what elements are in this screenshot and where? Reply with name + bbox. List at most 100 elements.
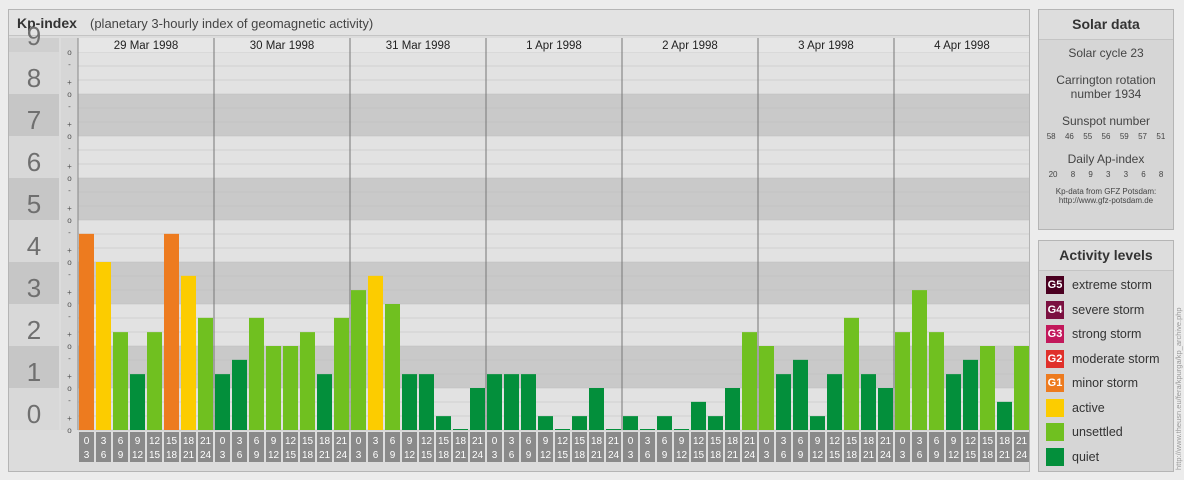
minor-mark: + [67,204,72,213]
interval-end-label: 18 [302,450,314,461]
interval-start-label: 18 [319,436,331,447]
legend-label: severe storm [1072,302,1145,317]
kp-bar [334,317,349,430]
kp-bar [283,346,298,430]
interval-end-label: 15 [557,450,569,461]
interval-end-label: 6 [373,450,379,461]
sunspot-value: 58 [1046,132,1056,141]
day-label: 29 Mar 1998 [114,40,179,52]
solar-cycle: Solar cycle 23 [1068,46,1144,60]
interval-start-label: 21 [880,436,892,447]
interval-start-label: 21 [1016,436,1028,447]
minor-mark: - [68,396,71,405]
side-source-credit: http://www.theusn.eu/fera/kpurga/kp_arch… [1174,307,1183,470]
ap-value: 3 [1105,170,1111,179]
ap-value: 6 [1141,170,1146,179]
sunspot-numbers: 58 46 55 56 59 57 51 [1039,132,1173,141]
interval-end-label: 3 [356,450,362,461]
interval-start-label: 6 [254,436,260,447]
interval-end-label: 24 [472,450,484,461]
interval-end-label: 12 [948,450,960,461]
interval-start-label: 3 [373,436,379,447]
interval-end-label: 24 [200,450,212,461]
legend-swatch [1046,423,1064,441]
ap-value: 20 [1048,170,1058,179]
kp-bar [742,332,757,430]
interval-end-label: 3 [492,450,498,461]
carrington-line-2: number 1934 [1070,87,1142,101]
kp-bar [436,416,451,430]
interval-end-label: 24 [880,450,892,461]
ap-value: 3 [1123,170,1129,179]
interval-start-label: 18 [591,436,603,447]
interval-start-label: 12 [693,436,705,447]
kp-bar [708,416,723,430]
kp-bar [929,332,944,430]
kp-bar [674,429,689,430]
interval-end-label: 9 [118,450,124,461]
interval-end-label: 21 [999,450,1011,461]
kp-bar [555,429,570,430]
kp-bar [113,332,128,430]
y-axis-label: 2 [27,315,41,345]
interval-end-label: 15 [285,450,297,461]
interval-start-label: 0 [900,436,906,447]
interval-start-label: 12 [829,436,841,447]
solar-data-panel: Solar data Solar cycle 23 Carrington rot… [1038,9,1174,230]
kp-bar [963,359,978,430]
interval-start-label: 0 [84,436,90,447]
interval-start-label: 6 [526,436,532,447]
minor-mark: + [67,78,72,87]
ap-value: 8 [1158,170,1164,179]
sunspot-value: 46 [1064,132,1074,141]
kp-bar [827,374,842,430]
interval-end-label: 15 [421,450,433,461]
interval-start-label: 6 [662,436,668,447]
interval-start-label: 12 [285,436,297,447]
interval-start-label: 18 [999,436,1011,447]
minor-mark: + [67,372,72,381]
interval-end-label: 21 [863,450,875,461]
interval-end-label: 9 [254,450,260,461]
kp-bar [504,374,519,430]
sunspot-value: 56 [1101,132,1111,141]
y-axis-label: 0 [27,399,41,429]
minor-mark: + [67,414,72,423]
legend-swatch: G2 [1046,349,1064,368]
data-credit-link[interactable]: http://www.gfz-potsdam.de [1039,196,1173,205]
interval-end-label: 12 [132,450,144,461]
interval-end-label: 3 [220,450,226,461]
interval-end-label: 15 [149,450,161,461]
kp-bar [589,388,604,430]
day-label: 3 Apr 1998 [798,40,854,52]
interval-start-label: 15 [438,436,450,447]
interval-end-label: 6 [101,450,107,461]
sunspot-value: 59 [1119,132,1129,141]
interval-start-label: 6 [798,436,804,447]
interval-start-label: 12 [149,436,161,447]
minor-mark: o [67,48,72,57]
kp-bar [997,401,1012,430]
interval-start-label: 18 [455,436,467,447]
interval-end-label: 12 [404,450,416,461]
minor-mark: o [67,174,72,183]
legend-label: active [1072,400,1105,415]
interval-end-label: 12 [812,450,824,461]
interval-end-label: 18 [438,450,450,461]
interval-end-label: 18 [574,450,586,461]
interval-end-label: 3 [764,450,770,461]
kp-bar [793,359,808,430]
legend-label: minor storm [1072,376,1138,390]
kp-bar [606,429,621,430]
grid-band [78,136,1029,178]
interval-start-label: 3 [781,436,787,447]
kp-bar [419,374,434,430]
kp-bar [79,233,94,430]
interval-end-label: 9 [526,450,532,461]
interval-start-label: 9 [407,436,413,447]
interval-start-label: 15 [982,436,994,447]
kp-bar [623,416,638,430]
interval-start-label: 6 [390,436,396,447]
minor-mark: - [68,102,71,111]
kp-chart-panel: Kp-index (planetary 3-hourly index of ge… [8,9,1030,472]
